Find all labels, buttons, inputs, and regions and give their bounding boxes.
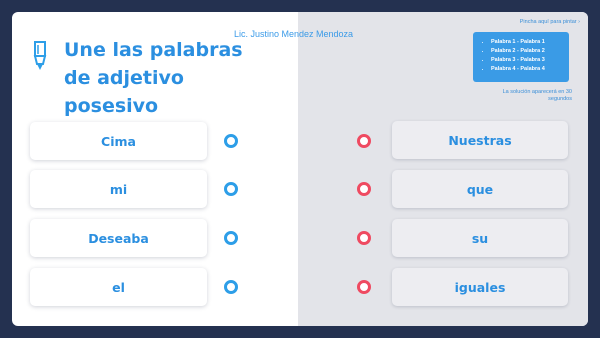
left-word-card[interactable]: Deseaba <box>30 219 207 257</box>
hint-box[interactable]: Palabra 1 - Palabra 1 Palabra 2 - Palabr… <box>473 32 569 82</box>
hint-item: Palabra 1 - Palabra 1 <box>491 38 563 47</box>
right-word-card[interactable]: que <box>392 170 568 208</box>
right-connector-dot[interactable] <box>357 134 371 148</box>
right-connector-dot[interactable] <box>357 182 371 196</box>
author-name: Lic. Justino Mendez Mendoza <box>234 29 354 39</box>
left-connector-dot[interactable] <box>224 182 238 196</box>
hint-link[interactable]: Pincha aquí para pintar › <box>488 19 580 25</box>
right-word-card[interactable]: su <box>392 219 568 257</box>
pencil-icon <box>33 41 47 70</box>
right-connector-dot[interactable] <box>357 280 371 294</box>
slide: Une las palabras de adjetivo posesivo Li… <box>12 12 588 326</box>
right-word-card[interactable]: Nuestras <box>392 121 568 159</box>
left-word-card[interactable]: mi <box>30 170 207 208</box>
right-word-card[interactable]: iguales <box>392 268 568 306</box>
hint-item: Palabra 4 - Palabra 4 <box>491 65 563 74</box>
right-connector-dot[interactable] <box>357 231 371 245</box>
hint-item: Palabra 3 - Palabra 3 <box>491 56 563 65</box>
left-word-card[interactable]: el <box>30 268 207 306</box>
solution-notice: La solución aparecerá en 30 segundos <box>502 89 572 102</box>
left-connector-dot[interactable] <box>224 280 238 294</box>
left-connector-dot[interactable] <box>224 231 238 245</box>
left-connector-dot[interactable] <box>224 134 238 148</box>
left-word-card[interactable]: Cima <box>30 122 207 160</box>
page-title: Une las palabras de adjetivo posesivo <box>64 39 243 117</box>
hint-item: Palabra 2 - Palabra 2 <box>491 47 563 56</box>
